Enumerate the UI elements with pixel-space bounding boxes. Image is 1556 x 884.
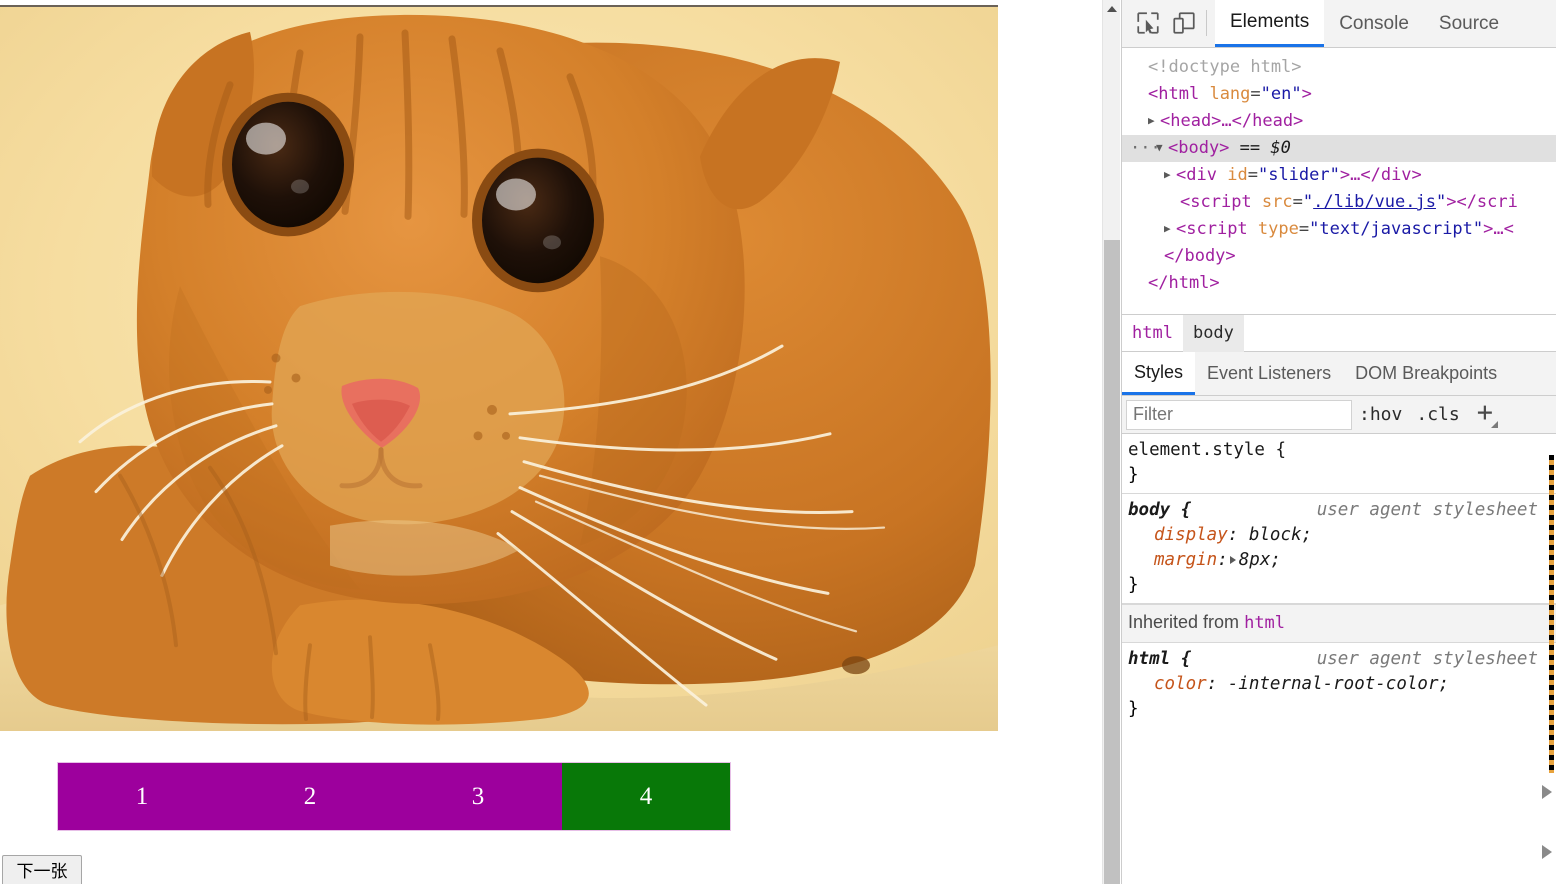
slider-segment-label: 4: [639, 783, 653, 810]
devtools-panel: Elements Console Source <!doctype html> …: [1121, 0, 1556, 884]
style-rule-element-style[interactable]: element.style { }: [1122, 434, 1556, 494]
style-rule-html-ua[interactable]: html { user agent stylesheet color: -int…: [1122, 643, 1556, 727]
hover-state-button[interactable]: :hov: [1352, 400, 1409, 430]
expand-rule-icon[interactable]: [1542, 785, 1552, 799]
rule-close-brace: }: [1128, 465, 1139, 485]
devtools-toolbar: Elements Console Source: [1122, 0, 1556, 48]
chevron-right-icon[interactable]: ▶: [1148, 107, 1160, 134]
dom-node-html-open[interactable]: <html lang="en">: [1122, 81, 1556, 108]
property-name[interactable]: color: [1154, 674, 1207, 694]
dom-node-script-vue[interactable]: <script src="./lib/vue.js"></scri: [1122, 189, 1556, 216]
slider-segment-2[interactable]: 2: [226, 763, 394, 830]
sidebar-tabs: Styles Event Listeners DOM Breakpoints: [1122, 352, 1556, 396]
rule-origin: user agent stylesheet: [1316, 649, 1538, 669]
declaration-color[interactable]: color: -internal-root-color;: [1128, 672, 1556, 697]
rule-selector-line: body { user agent stylesheet: [1128, 498, 1556, 523]
rule-close-brace: }: [1128, 699, 1139, 719]
next-image-button[interactable]: 下一张: [2, 855, 82, 884]
inherited-source: html: [1244, 613, 1286, 633]
rule-selector[interactable]: body: [1128, 500, 1170, 520]
inherited-from-header: Inherited from html: [1122, 604, 1556, 643]
page-viewport: 1 2 3 4 下一张: [0, 0, 1102, 884]
breadcrumb: html body: [1122, 314, 1556, 352]
rule-origin: user agent stylesheet: [1316, 500, 1538, 520]
property-value[interactable]: block;: [1249, 525, 1312, 545]
chevron-down-icon[interactable]: ▼: [1156, 134, 1168, 161]
slider[interactable]: 1 2 3 4: [58, 763, 730, 830]
tab-event-listeners[interactable]: Event Listeners: [1195, 352, 1343, 395]
dom-node-body-close[interactable]: </body>: [1122, 243, 1556, 270]
dropdown-corner-icon[interactable]: [1490, 420, 1498, 428]
tab-dom-breakpoints[interactable]: DOM Breakpoints: [1343, 352, 1509, 395]
rule-selector-line: html { user agent stylesheet: [1128, 647, 1556, 672]
breadcrumb-item-body[interactable]: body: [1182, 314, 1244, 352]
dom-node-doctype[interactable]: <!doctype html>: [1122, 54, 1556, 81]
slider-segment-3[interactable]: 3: [394, 763, 562, 830]
styles-filter-row: :hov .cls +: [1122, 396, 1556, 434]
dom-tree[interactable]: <!doctype html> <html lang="en"> ▶ <head>…: [1122, 48, 1556, 314]
dom-node-div-slider[interactable]: ▶ <div id="slider">…</div>: [1122, 162, 1556, 189]
declaration-display[interactable]: display: block;: [1128, 523, 1556, 548]
property-name[interactable]: margin: [1154, 550, 1217, 570]
property-value[interactable]: -internal-root-color;: [1228, 674, 1449, 694]
rule-selector[interactable]: element.style: [1128, 440, 1265, 460]
expand-shorthand-icon[interactable]: [1229, 556, 1236, 564]
dom-node-html-close[interactable]: </html>: [1122, 270, 1556, 297]
tab-styles[interactable]: Styles: [1122, 352, 1196, 395]
property-value[interactable]: 8px;: [1239, 550, 1281, 570]
chevron-right-icon[interactable]: ▶: [1164, 215, 1176, 242]
element-highlight-border: [1549, 455, 1554, 773]
style-rule-body-ua[interactable]: body { user agent stylesheet display: bl…: [1122, 494, 1556, 604]
script-src-link[interactable]: ./lib/vue.js: [1313, 192, 1436, 212]
styles-pane[interactable]: element.style { } body { user agent styl…: [1122, 434, 1556, 884]
dom-node-body[interactable]: ··· ▼ <body> == $0: [1122, 135, 1556, 162]
slider-segment-1[interactable]: 1: [58, 763, 226, 830]
declaration-margin[interactable]: margin: 8px;: [1128, 548, 1556, 573]
filter-input[interactable]: [1126, 399, 1352, 430]
rule-selector[interactable]: html: [1128, 649, 1170, 669]
expand-rule-icon[interactable]: [1542, 845, 1552, 859]
tab-sources[interactable]: Source: [1424, 0, 1514, 47]
toolbar-divider: [1206, 10, 1207, 36]
cat-photo: [0, 5, 998, 731]
tab-elements[interactable]: Elements: [1215, 0, 1325, 47]
page-vertical-scrollbar[interactable]: [1102, 0, 1120, 884]
tab-console[interactable]: Console: [1324, 0, 1424, 47]
inherited-prefix: Inherited from: [1128, 612, 1240, 632]
property-name[interactable]: display: [1154, 525, 1228, 545]
screen: 1 2 3 4 下一张 Elements Console Source <!do…: [0, 0, 1556, 884]
slider-segment-label: 2: [303, 783, 317, 810]
rule-close-brace: }: [1128, 575, 1139, 595]
scrollbar-thumb[interactable]: [1104, 240, 1120, 884]
dom-node-script-inline[interactable]: ▶ <script type="text/javascript">…<: [1122, 216, 1556, 243]
breadcrumb-item-html[interactable]: html: [1122, 315, 1183, 352]
inspect-element-icon[interactable]: [1130, 0, 1166, 46]
rule-selector-line: element.style {: [1128, 440, 1287, 460]
slider-segment-4[interactable]: 4: [562, 763, 730, 830]
class-toggle-button[interactable]: .cls: [1409, 400, 1466, 430]
slider-segment-label: 3: [471, 783, 485, 810]
dom-node-head[interactable]: ▶ <head>…</head>: [1122, 108, 1556, 135]
new-style-rule-button[interactable]: +: [1467, 399, 1499, 430]
device-toolbar-icon[interactable]: [1166, 0, 1202, 46]
chevron-up-icon[interactable]: [1103, 0, 1120, 17]
chevron-right-icon[interactable]: ▶: [1164, 161, 1176, 188]
slider-segment-label: 1: [135, 783, 149, 810]
